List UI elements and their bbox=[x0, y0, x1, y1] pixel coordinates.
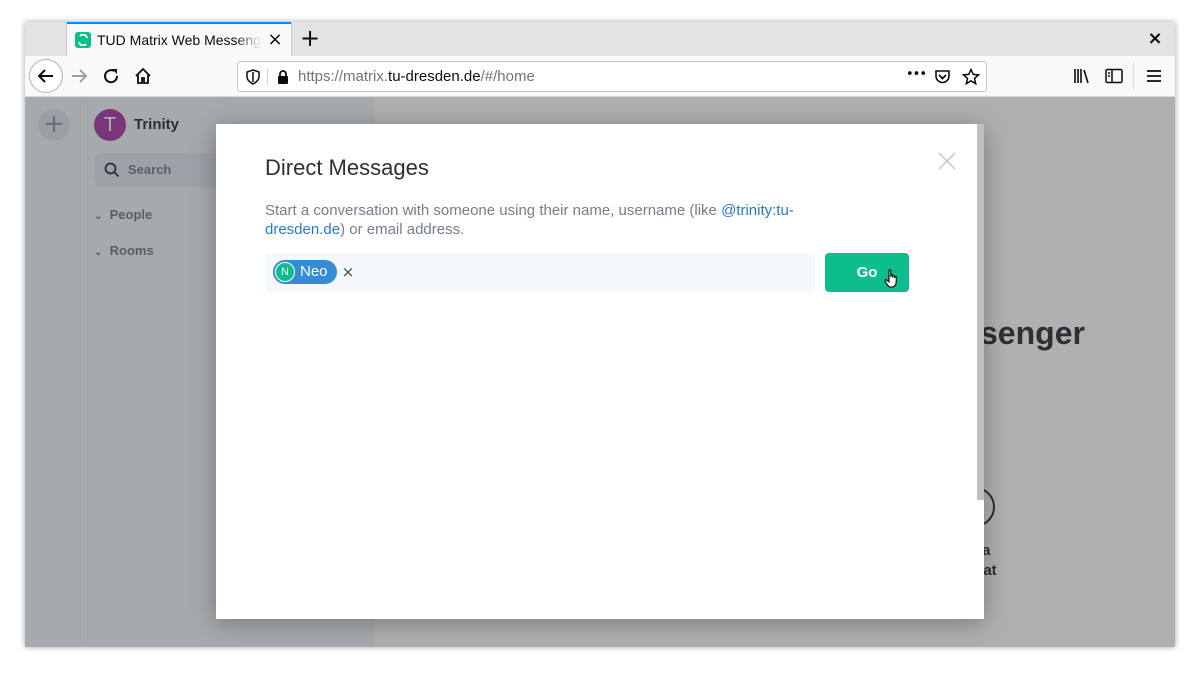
description-text-before: Start a conversation with someone using … bbox=[265, 202, 722, 219]
url-separator bbox=[267, 68, 268, 86]
description-text-after: ) or email address. bbox=[340, 221, 465, 238]
direct-messages-dialog: Direct Messages Start a conversation wit… bbox=[216, 124, 984, 619]
url-path: /#/home bbox=[480, 68, 535, 85]
matrix-favicon-icon bbox=[75, 32, 91, 48]
user-pill-avatar: N bbox=[275, 262, 295, 282]
dialog-scrollbar[interactable] bbox=[977, 124, 984, 500]
reload-button[interactable] bbox=[95, 61, 127, 91]
selected-user-pill[interactable]: N Neo bbox=[273, 260, 337, 284]
home-button[interactable] bbox=[127, 61, 159, 91]
reload-icon bbox=[104, 69, 119, 84]
browser-window: TUD Matrix Web Messenger × + × https://m… bbox=[25, 22, 1175, 647]
tab-close-button[interactable]: × bbox=[265, 30, 285, 50]
new-tab-button[interactable]: + bbox=[297, 26, 323, 52]
back-button[interactable] bbox=[29, 59, 63, 93]
page-actions-button[interactable]: ••• bbox=[906, 67, 927, 82]
url-prefix: https://matrix. bbox=[298, 68, 389, 85]
sidebar-toggle-button[interactable] bbox=[1098, 61, 1130, 91]
window-close-button[interactable]: × bbox=[1145, 28, 1165, 50]
close-icon bbox=[938, 152, 956, 170]
tab-title: TUD Matrix Web Messenger bbox=[97, 32, 261, 48]
shield-icon[interactable] bbox=[244, 68, 262, 86]
web-page: + T Trinity Search ⌄ People ⌄ Rooms seng… bbox=[25, 97, 1175, 647]
url-bar[interactable]: https://matrix.tu-dresden.de/#/home ••• bbox=[237, 61, 987, 92]
dialog-title: Direct Messages bbox=[265, 155, 429, 180]
dialog-close-button[interactable] bbox=[936, 150, 958, 172]
library-button[interactable] bbox=[1066, 61, 1098, 91]
dialog-description: Start a conversation with someone using … bbox=[265, 201, 855, 239]
forward-arrow-icon bbox=[72, 69, 88, 83]
home-icon bbox=[135, 67, 151, 84]
url-domain: tu-dresden.de bbox=[388, 68, 481, 85]
remove-user-button[interactable]: × bbox=[341, 262, 355, 282]
url-text[interactable]: https://matrix.tu-dresden.de/#/home bbox=[298, 68, 535, 85]
forward-button[interactable] bbox=[63, 61, 95, 91]
user-pill-name: Neo bbox=[300, 263, 328, 280]
tab-strip: TUD Matrix Web Messenger × + × bbox=[25, 22, 1175, 56]
invite-input[interactable]: N Neo × bbox=[265, 253, 815, 292]
back-arrow-icon bbox=[37, 69, 53, 83]
menu-button[interactable] bbox=[1138, 61, 1170, 91]
hand-pointer-cursor-icon bbox=[884, 269, 897, 288]
hamburger-menu-icon bbox=[1147, 70, 1161, 82]
toolbar-separator bbox=[1133, 62, 1134, 90]
star-icon[interactable] bbox=[962, 68, 980, 86]
lock-icon[interactable] bbox=[274, 68, 292, 86]
tab-matrix-messenger[interactable]: TUD Matrix Web Messenger × bbox=[67, 22, 291, 56]
pocket-icon[interactable] bbox=[933, 68, 951, 86]
library-icon bbox=[1074, 69, 1089, 84]
sidebar-icon bbox=[1105, 68, 1123, 84]
navigation-toolbar: https://matrix.tu-dresden.de/#/home ••• bbox=[25, 56, 1175, 97]
